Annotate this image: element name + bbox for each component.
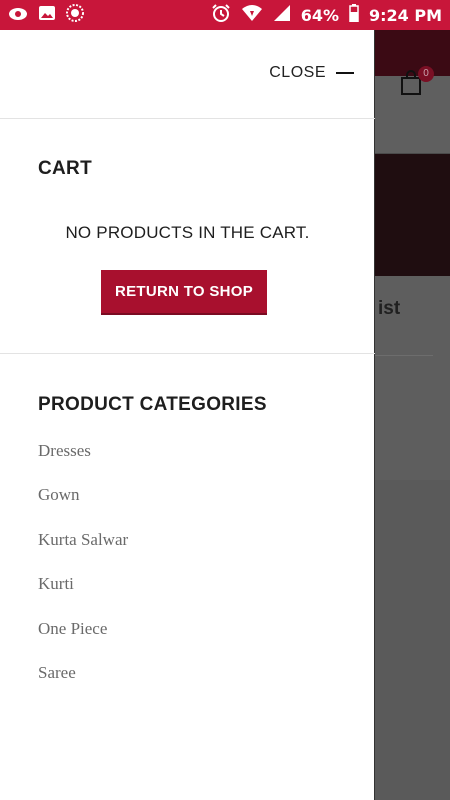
- app-icon: [66, 4, 84, 26]
- battery-percent: 64%: [300, 5, 339, 25]
- eye-icon: [8, 6, 28, 25]
- image-icon: [38, 5, 56, 25]
- battery-icon: [349, 4, 359, 26]
- categories-title: PRODUCT CATEGORIES: [38, 394, 267, 415]
- cart-title: CART: [38, 158, 92, 179]
- background-banner: [375, 154, 450, 276]
- status-bar: 64% 9:24 PM: [0, 0, 450, 30]
- background-partial-text: ist: [378, 298, 401, 319]
- close-label: CLOSE: [269, 64, 326, 81]
- category-item-gown[interactable]: Gown: [38, 485, 128, 529]
- clock-time: 9:24 PM: [368, 5, 442, 25]
- empty-cart-message: NO PRODUCTS IN THE CART.: [65, 223, 310, 242]
- status-left-icons: [8, 4, 84, 26]
- category-item-one-piece[interactable]: One Piece: [38, 619, 128, 663]
- status-right-icons: 64% 9:24 PM: [211, 3, 442, 27]
- side-drawer: CLOSE CART NO PRODUCTS IN THE CART. RETU…: [0, 30, 375, 800]
- alarm-icon: [211, 3, 231, 27]
- category-item-kurti[interactable]: Kurti: [38, 574, 128, 618]
- category-item-kurta-salwar[interactable]: Kurta Salwar: [38, 530, 128, 574]
- divider: [0, 353, 375, 354]
- divider: [0, 118, 375, 119]
- background-divider: [375, 355, 433, 356]
- category-item-dresses[interactable]: Dresses: [38, 441, 128, 485]
- category-item-saree[interactable]: Saree: [38, 663, 128, 707]
- wifi-icon: [241, 4, 263, 26]
- close-button[interactable]: CLOSE: [269, 64, 354, 82]
- cart-count-badge: 0: [418, 66, 434, 82]
- signal-icon: [273, 4, 291, 26]
- return-to-shop-button[interactable]: RETURN TO SHOP: [101, 270, 267, 315]
- category-list: Dresses Gown Kurta Salwar Kurti One Piec…: [38, 441, 128, 707]
- close-dash-icon: [336, 72, 354, 74]
